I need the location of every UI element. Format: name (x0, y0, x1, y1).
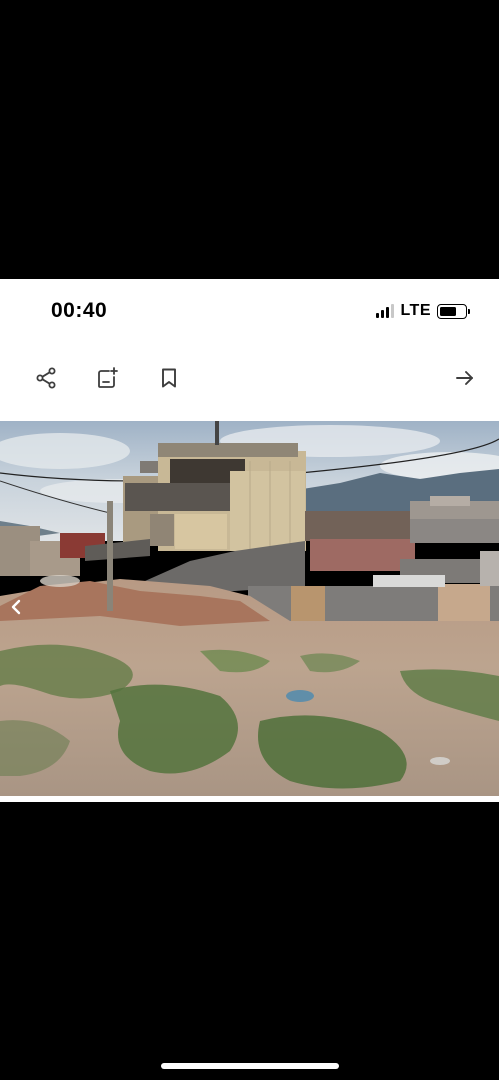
add-note-icon[interactable] (95, 366, 119, 390)
bookmark-icon[interactable] (157, 366, 181, 390)
share-icon[interactable] (34, 366, 58, 390)
listing-photo[interactable] (0, 421, 499, 796)
network-type: LTE (400, 302, 431, 319)
signal-icon (376, 304, 395, 318)
status-indicators: LTE (376, 302, 470, 320)
photo-bottom-border (0, 796, 499, 802)
screen: 00:40 LTE (0, 0, 499, 1080)
forward-arrow-icon[interactable] (453, 366, 477, 390)
chevron-left-icon[interactable] (6, 596, 26, 618)
home-indicator[interactable] (161, 1063, 339, 1069)
battery-icon (437, 303, 470, 319)
status-time: 00:40 (51, 299, 108, 322)
top-black-area (0, 0, 499, 279)
